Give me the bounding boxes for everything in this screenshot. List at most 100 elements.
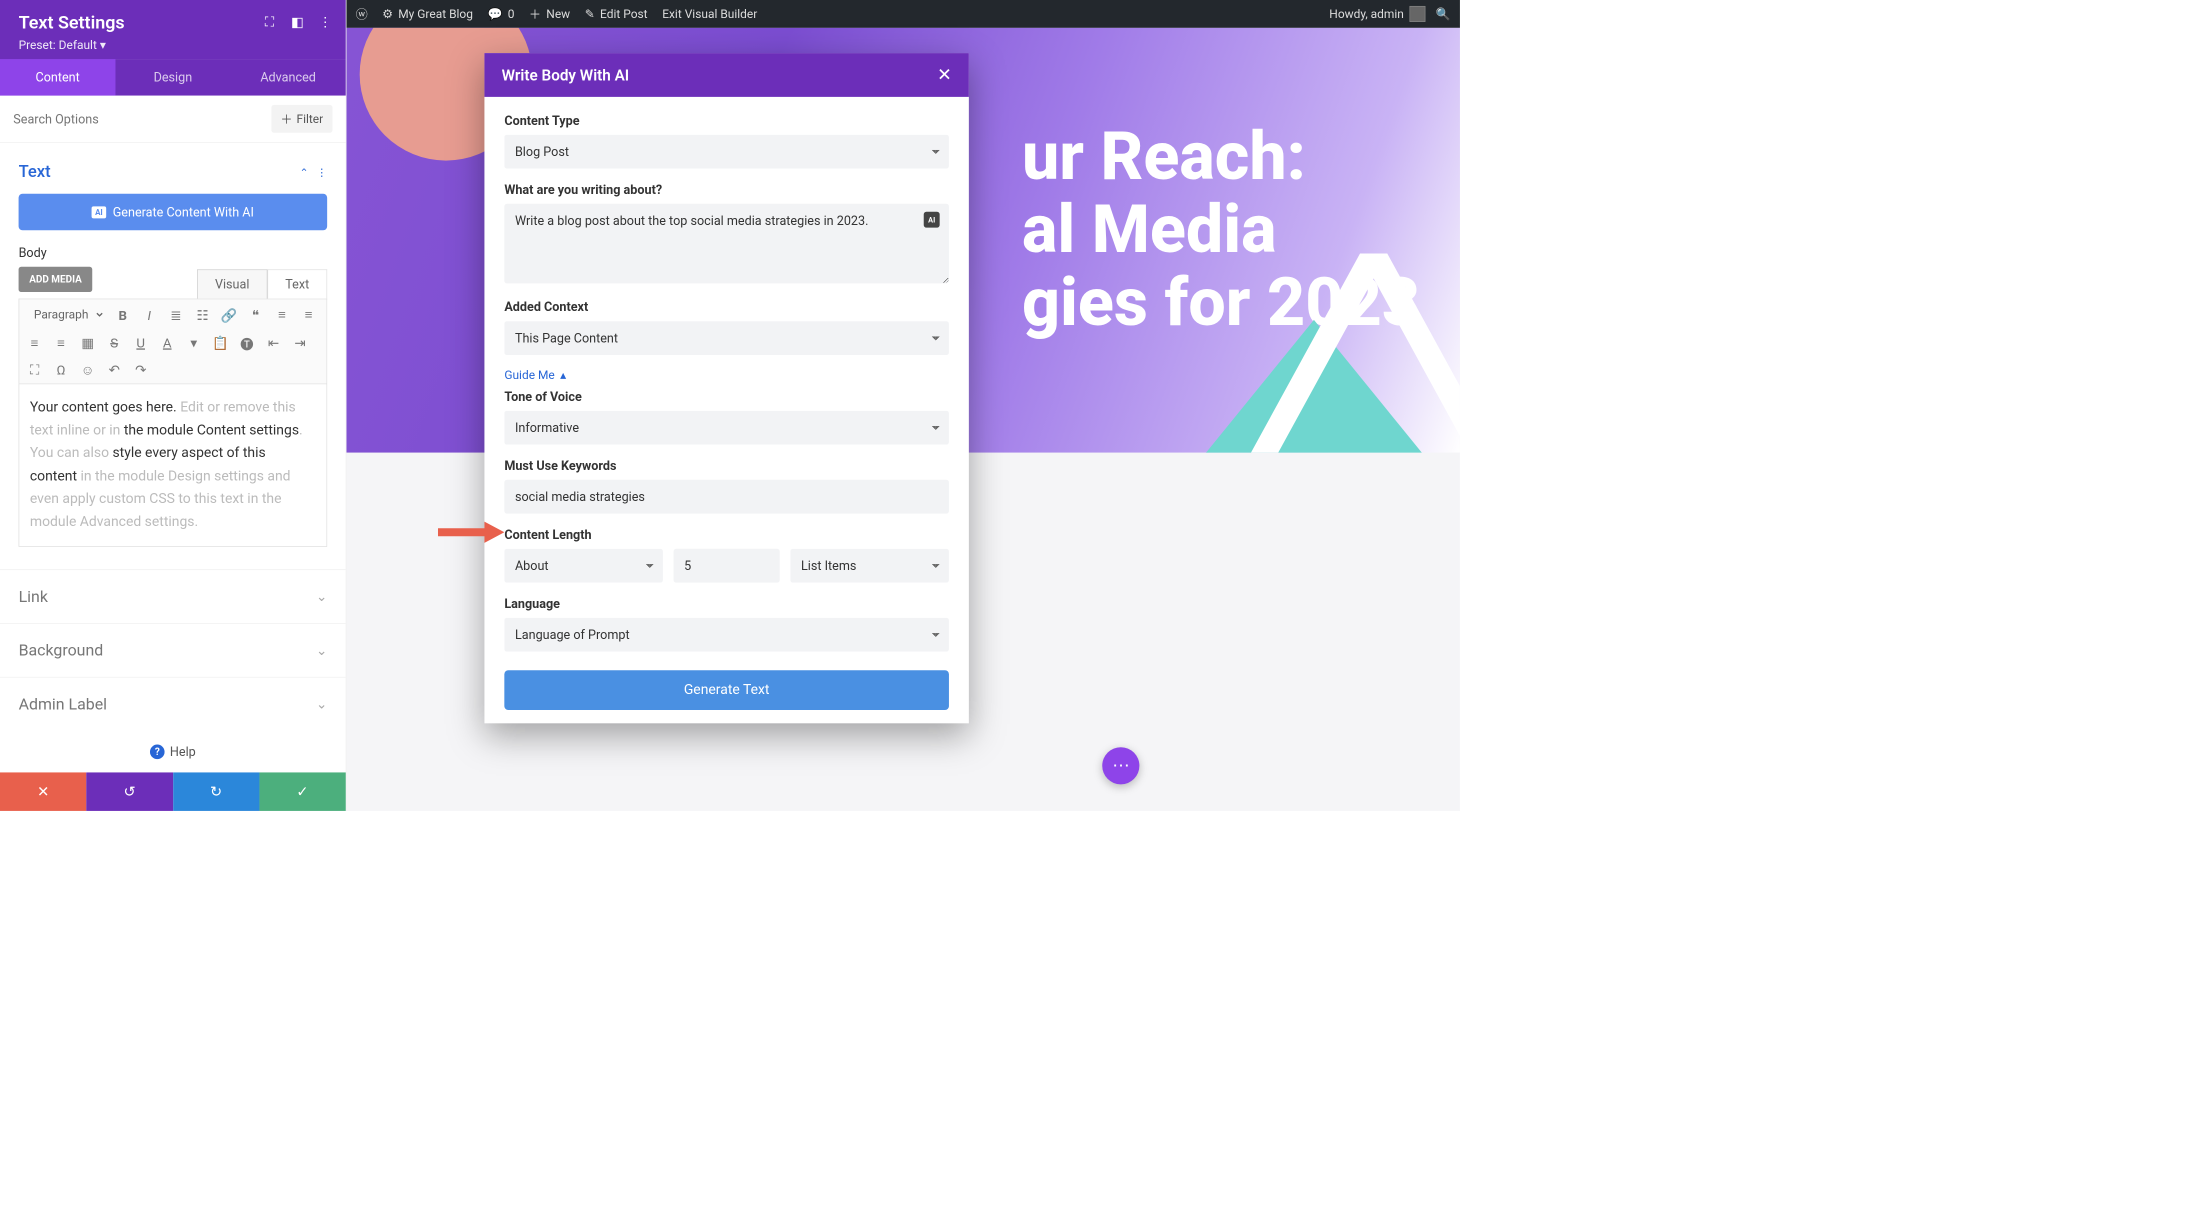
section-link[interactable]: Link⌄ <box>0 569 346 623</box>
ai-badge-icon: AI <box>92 206 106 218</box>
number-list-icon[interactable]: ☷ <box>194 306 211 323</box>
content-type-label: Content Type <box>504 113 949 128</box>
undo-icon[interactable]: ↶ <box>106 361 123 378</box>
link-icon[interactable]: 🔗 <box>220 306 237 323</box>
fullscreen-icon[interactable]: ⛶ <box>26 361 43 378</box>
italic-icon[interactable]: I <box>141 306 158 323</box>
close-icon[interactable]: ✕ <box>937 65 951 85</box>
tone-label: Tone of Voice <box>504 389 949 404</box>
context-select[interactable]: This Page Content <box>504 321 949 355</box>
modal-header: Write Body With AI ✕ <box>484 53 968 97</box>
quote-icon[interactable]: ❝ <box>247 306 264 323</box>
sidebar-header: Text Settings Preset: Default ▾ ⛶ ◧ ⋮ <box>0 0 346 59</box>
undo-button[interactable]: ↺ <box>86 772 172 810</box>
exit-builder-link[interactable]: Exit Visual Builder <box>662 7 757 21</box>
text-color-icon[interactable]: A <box>159 334 176 351</box>
chevron-down-icon: ⌄ <box>316 642 327 658</box>
align-right-icon[interactable]: ≡ <box>26 334 43 351</box>
expand-icon[interactable]: ⛶ <box>262 15 277 30</box>
paste-icon[interactable]: 📋 <box>212 334 229 351</box>
new-link[interactable]: ＋ New <box>529 5 570 22</box>
section-admin-label[interactable]: Admin Label⌄ <box>0 677 346 731</box>
preset-selector[interactable]: Preset: Default ▾ <box>19 38 328 52</box>
keywords-input[interactable] <box>504 480 949 514</box>
howdy-link[interactable]: Howdy, admin <box>1329 6 1425 22</box>
save-button[interactable]: ✓ <box>259 772 345 810</box>
sidebar-tabs: Content Design Advanced <box>0 59 346 95</box>
strike-icon[interactable]: S <box>106 334 123 351</box>
context-label: Added Context <box>504 299 949 314</box>
chevron-up-icon[interactable]: ⌃ <box>300 166 309 179</box>
search-input[interactable] <box>13 111 271 126</box>
bold-icon[interactable]: B <box>114 306 131 323</box>
tab-design[interactable]: Design <box>115 59 230 95</box>
length-label: Content Length <box>504 527 949 542</box>
snap-icon[interactable]: ◧ <box>290 15 305 30</box>
redo-button[interactable]: ↻ <box>173 772 259 810</box>
wp-logo-icon[interactable]: ⓦ <box>356 5 368 22</box>
site-link[interactable]: ⚙ My Great Blog <box>382 7 473 21</box>
settings-sidebar: Text Settings Preset: Default ▾ ⛶ ◧ ⋮ Co… <box>0 0 346 811</box>
search-row: ＋Filter <box>0 96 346 143</box>
editor-toolbar: Paragraph B I ≣ ☷ 🔗 ❝ ≡ ≡ ≡ ≡ ▦ S U A ▾ … <box>19 299 328 384</box>
chevron-up-icon: ▴ <box>560 368 566 382</box>
editor-tab-visual[interactable]: Visual <box>197 269 267 298</box>
indent-icon[interactable]: ⇥ <box>291 334 308 351</box>
chevron-down-icon: ⌄ <box>316 696 327 712</box>
avatar <box>1409 6 1425 22</box>
section-kebab-icon[interactable]: ⋮ <box>317 166 328 179</box>
align-justify-icon[interactable]: ≡ <box>52 334 69 351</box>
decorative-triangles <box>1141 253 1460 452</box>
ai-suggest-icon[interactable]: AI <box>924 212 940 228</box>
chevron-down-icon: ⌄ <box>316 589 327 605</box>
cancel-button[interactable]: ✕ <box>0 772 86 810</box>
emoji-icon[interactable]: ☺ <box>79 361 96 378</box>
body-editor[interactable]: Your content goes here. Edit or remove t… <box>19 384 328 547</box>
section-background[interactable]: Background⌄ <box>0 623 346 677</box>
modal-title: Write Body With AI <box>502 66 630 84</box>
content-type-select[interactable]: Blog Post <box>504 135 949 169</box>
special-char-icon[interactable]: Ω <box>52 361 69 378</box>
underline-icon[interactable]: U <box>132 334 149 351</box>
clear-format-icon[interactable]: 🅣 <box>238 334 255 351</box>
annotation-arrow <box>438 519 504 548</box>
add-media-button[interactable]: ADD MEDIA <box>19 267 93 292</box>
tab-advanced[interactable]: Advanced <box>230 59 345 95</box>
tab-content[interactable]: Content <box>0 59 115 95</box>
section-title-text[interactable]: Text <box>19 163 51 182</box>
edit-post-link[interactable]: ✎ Edit Post <box>585 7 648 21</box>
language-label: Language <box>504 596 949 611</box>
comments-link[interactable]: 💬 0 <box>488 7 515 21</box>
about-label: What are you writing about? <box>504 182 949 197</box>
search-icon[interactable]: 🔍 <box>1436 7 1451 21</box>
redo-icon[interactable]: ↷ <box>132 361 149 378</box>
align-left-icon[interactable]: ≡ <box>273 306 290 323</box>
guide-me-toggle[interactable]: Guide Me▴ <box>504 368 566 382</box>
generate-content-ai-button[interactable]: AIGenerate Content With AI <box>19 194 328 230</box>
sidebar-footer: ✕ ↺ ↻ ✓ <box>0 772 346 810</box>
length-number-input[interactable] <box>674 549 780 583</box>
kebab-icon[interactable]: ⋮ <box>318 15 333 30</box>
builder-fab[interactable]: ⋯ <box>1102 747 1139 784</box>
align-center-icon[interactable]: ≡ <box>300 306 317 323</box>
about-textarea[interactable] <box>504 204 949 284</box>
length-prefix-select[interactable]: About <box>504 549 663 583</box>
generate-text-button[interactable]: Generate Text <box>504 670 949 710</box>
body-label: Body <box>19 245 328 260</box>
tone-select[interactable]: Informative <box>504 411 949 445</box>
keywords-label: Must Use Keywords <box>504 458 949 473</box>
ai-modal: Write Body With AI ✕ Content Type Blog P… <box>484 53 968 723</box>
language-select[interactable]: Language of Prompt <box>504 618 949 652</box>
wp-admin-bar: ⓦ ⚙ My Great Blog 💬 0 ＋ New ✎ Edit Post … <box>346 0 1460 28</box>
bullet-list-icon[interactable]: ≣ <box>167 306 184 323</box>
help-icon: ? <box>150 744 165 759</box>
length-unit-select[interactable]: List Items <box>790 549 949 583</box>
paragraph-select[interactable]: Paragraph <box>26 305 105 326</box>
more-tools-icon[interactable]: ▾ <box>185 334 202 351</box>
help-link[interactable]: ?Help <box>0 731 346 773</box>
table-icon[interactable]: ▦ <box>79 334 96 351</box>
plus-icon: ＋ <box>281 110 293 127</box>
outdent-icon[interactable]: ⇤ <box>265 334 282 351</box>
filter-button[interactable]: ＋Filter <box>271 105 332 133</box>
editor-tab-text[interactable]: Text <box>267 269 327 298</box>
